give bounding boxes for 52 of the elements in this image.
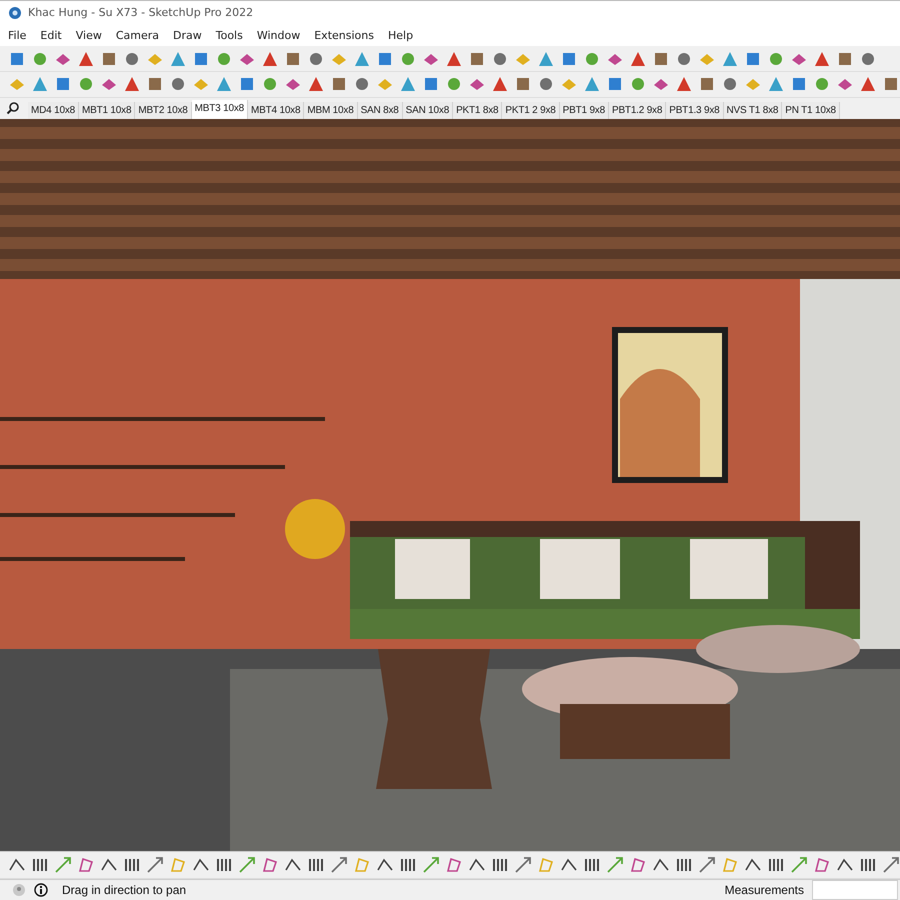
tool-icon[interactable] xyxy=(629,856,647,874)
tool-icon[interactable] xyxy=(629,50,647,68)
menu-item[interactable]: Window xyxy=(256,29,300,42)
menu-item[interactable]: Camera xyxy=(116,29,160,42)
scene-tab[interactable]: PKT1 2 9x8 xyxy=(502,102,560,120)
tool-icon[interactable] xyxy=(882,856,900,874)
menu-item[interactable]: Tools xyxy=(216,29,243,42)
tool-icon[interactable] xyxy=(146,856,164,874)
tool-icon[interactable] xyxy=(77,50,95,68)
tool-icon[interactable] xyxy=(77,856,95,874)
scene-tab[interactable]: SAN 10x8 xyxy=(402,102,454,120)
tool-icon[interactable] xyxy=(261,856,279,874)
scene-tab[interactable]: MBT4 10x8 xyxy=(248,102,304,120)
menu-item[interactable]: Edit xyxy=(40,29,62,42)
tool-icon[interactable] xyxy=(330,856,348,874)
menu-item[interactable]: Extensions xyxy=(314,29,374,42)
scene-tab[interactable]: SAN 8x8 xyxy=(358,102,403,120)
tool-icon[interactable] xyxy=(859,75,877,94)
tool-icon[interactable] xyxy=(698,856,716,874)
scene-tab[interactable]: NVS T1 8x8 xyxy=(724,102,782,120)
menu-item[interactable]: Draw xyxy=(173,29,202,42)
tool-icon[interactable] xyxy=(445,50,463,68)
scene-tab[interactable]: PBT1.3 9x8 xyxy=(666,102,724,120)
app-logo-icon xyxy=(8,6,22,20)
tool-icon[interactable] xyxy=(514,856,532,874)
tool-icon[interactable] xyxy=(307,75,325,94)
scene-tab[interactable]: PKT1 8x8 xyxy=(453,102,502,120)
window-title: Khac Hung - Su X73 - SketchUp Pro 2022 xyxy=(28,6,254,20)
tool-icon[interactable] xyxy=(675,75,693,94)
tool-icon[interactable] xyxy=(813,856,831,874)
tool-icon[interactable] xyxy=(813,50,831,68)
scene-tab[interactable]: MBM 10x8 xyxy=(304,102,358,120)
menu-item[interactable]: File xyxy=(8,29,26,42)
scene-tab[interactable]: MBT3 10x8 xyxy=(192,100,248,120)
tool-icon[interactable] xyxy=(491,75,509,94)
scene-tab[interactable]: PN T1 10x8 xyxy=(782,102,840,120)
scene-tab[interactable]: MBT2 10x8 xyxy=(135,102,192,120)
tool-icon[interactable] xyxy=(123,75,141,94)
tool-icon[interactable] xyxy=(261,50,279,68)
search-icon[interactable] xyxy=(6,101,20,116)
measurements-field[interactable] xyxy=(812,880,898,900)
scene-tab[interactable]: MBT1 10x8 xyxy=(78,102,136,120)
scene-tab[interactable]: MD4 10x8 xyxy=(28,102,79,120)
measurements-label: Measurements xyxy=(724,883,804,897)
menu-item[interactable]: Help xyxy=(388,29,414,42)
tool-icon[interactable] xyxy=(445,856,463,874)
geo-location-icon[interactable] xyxy=(12,883,26,897)
scene-tab[interactable]: PBT1.2 9x8 xyxy=(608,102,666,120)
info-icon[interactable] xyxy=(34,883,48,897)
scene-tab[interactable]: PBT1 9x8 xyxy=(560,102,609,120)
status-hint: Drag in direction to pan xyxy=(62,883,186,897)
menu-item[interactable]: View xyxy=(76,29,102,42)
